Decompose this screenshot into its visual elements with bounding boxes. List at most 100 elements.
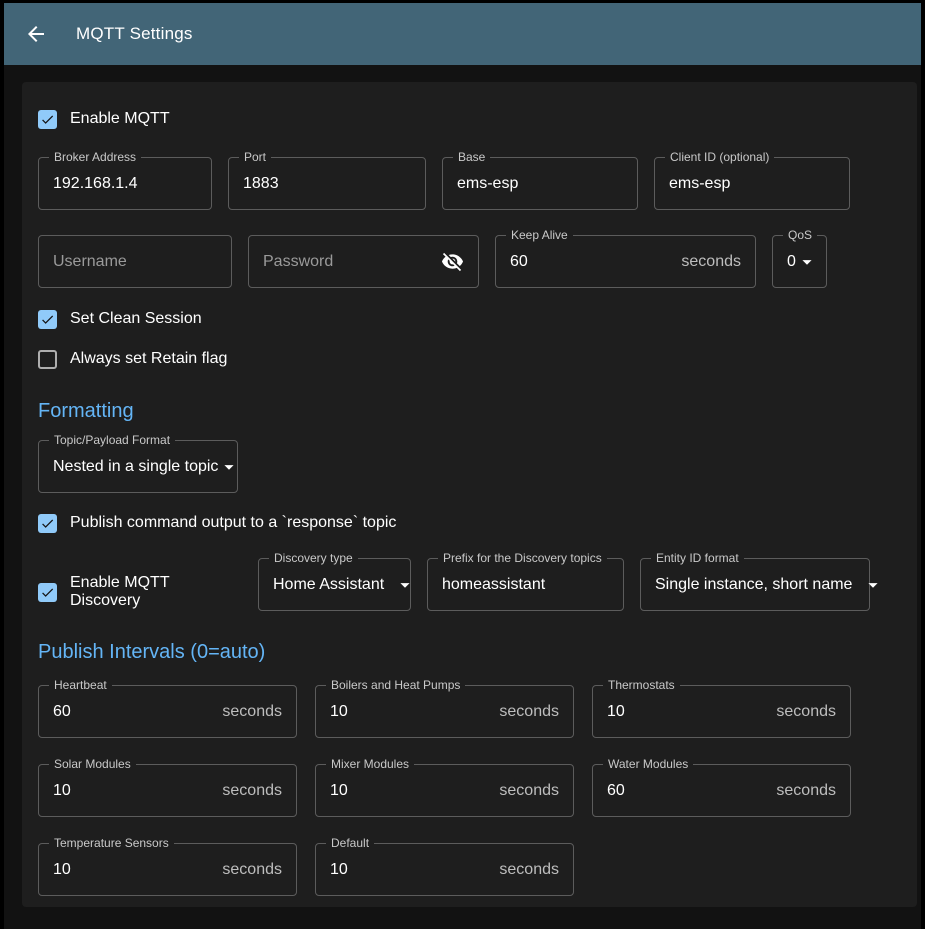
credentials-row: Keep Alive seconds QoS 0 [38,235,901,288]
interval-unit: seconds [768,782,836,800]
interval-label: Water Modules [603,757,693,772]
username-input[interactable] [53,253,217,271]
broker-address-input[interactable] [53,175,197,193]
arrow-dropdown-icon [218,456,240,478]
checkbox-publish-response-topic[interactable]: Publish command output to a `response` t… [38,511,901,535]
checkbox-label: Enable MQTT Discovery [70,574,242,610]
arrow-dropdown-icon [796,251,818,273]
interval-label: Solar Modules [49,757,136,772]
arrow-left-icon [24,22,48,46]
checkbox-always-set-retain-flag[interactable]: Always set Retain flag [38,347,901,371]
qos-select[interactable]: QoS 0 [772,235,827,288]
discovery-prefix-label: Prefix for the Discovery topics [438,551,607,566]
discovery-type-value: Home Assistant [273,576,384,594]
base-input[interactable] [457,175,623,193]
checkbox-unchecked-icon[interactable] [38,350,57,369]
interval-unit: seconds [491,861,559,879]
discovery-prefix-input[interactable] [442,576,609,594]
client-id-field[interactable]: Client ID (optional) [654,157,850,210]
port-field[interactable]: Port [228,157,426,210]
discovery-type-label: Discovery type [269,551,358,566]
discovery-type-select[interactable]: Discovery type Home Assistant [258,558,411,611]
password-field[interactable] [248,235,479,288]
checkbox-label: Always set Retain flag [70,350,227,368]
entity-id-format-label: Entity ID format [651,551,744,566]
checkbox-checked-icon[interactable] [38,514,57,533]
thermostats-interval-input[interactable] [607,703,768,721]
interval-unit: seconds [214,861,282,879]
boilers-interval-field[interactable]: Boilers and Heat Pumps seconds [315,685,574,738]
toggle-password-visibility-button[interactable] [441,250,464,273]
water-modules-interval-input[interactable] [607,782,768,800]
default-interval-field[interactable]: Default seconds [315,843,574,896]
interval-unit: seconds [491,782,559,800]
base-label: Base [453,150,490,165]
keep-alive-unit: seconds [673,253,741,271]
port-input[interactable] [243,175,411,193]
client-id-input[interactable] [669,175,835,193]
keep-alive-input[interactable] [510,253,673,271]
checkbox-checked-icon[interactable] [38,310,57,329]
checkbox-checked-icon[interactable] [38,583,57,602]
back-button[interactable] [24,22,48,46]
entity-id-format-select[interactable]: Entity ID format Single instance, short … [640,558,870,611]
keep-alive-label: Keep Alive [506,228,573,243]
arrow-dropdown-icon [862,574,884,596]
formatting-heading: Formatting [38,399,901,423]
entity-id-format-value: Single instance, short name [655,576,852,594]
checkbox-enable-mqtt-discovery[interactable]: Enable MQTT Discovery [38,574,242,610]
keep-alive-field[interactable]: Keep Alive seconds [495,235,756,288]
qos-value: 0 [787,253,796,271]
broker-settings-row: Broker Address Port Base Client ID (opti… [38,157,901,210]
checkbox-checked-icon[interactable] [38,110,57,129]
thermostats-interval-field[interactable]: Thermostats seconds [592,685,851,738]
checkbox-set-clean-session[interactable]: Set Clean Session [38,307,901,331]
temperature-sensors-interval-input[interactable] [53,861,214,879]
discovery-row: Enable MQTT Discovery Discovery type Hom… [38,558,901,611]
client-id-label: Client ID (optional) [665,150,774,165]
default-interval-input[interactable] [330,861,491,879]
mixer-modules-interval-field[interactable]: Mixer Modules seconds [315,764,574,817]
checkbox-enable-mqtt[interactable]: Enable MQTT [38,108,901,130]
interval-label: Heartbeat [49,678,112,693]
solar-modules-interval-input[interactable] [53,782,214,800]
mixer-modules-interval-input[interactable] [330,782,491,800]
topic-payload-format-label: Topic/Payload Format [49,433,175,448]
page-title: MQTT Settings [76,24,193,44]
password-input[interactable] [263,253,441,271]
interval-unit: seconds [491,703,559,721]
visibility-off-icon [441,250,464,273]
port-label: Port [239,150,271,165]
username-field[interactable] [38,235,232,288]
heartbeat-interval-field[interactable]: Heartbeat seconds [38,685,297,738]
interval-unit: seconds [768,703,836,721]
window-frame: MQTT Settings Enable MQTT Broker Address… [4,3,921,929]
interval-unit: seconds [214,782,282,800]
interval-label: Temperature Sensors [49,836,174,851]
interval-unit: seconds [214,703,282,721]
solar-modules-interval-field[interactable]: Solar Modules seconds [38,764,297,817]
discovery-prefix-field[interactable]: Prefix for the Discovery topics [427,558,624,611]
heartbeat-interval-input[interactable] [53,703,214,721]
interval-label: Boilers and Heat Pumps [326,678,465,693]
interval-label: Mixer Modules [326,757,414,772]
broker-address-label: Broker Address [49,150,141,165]
qos-label: QoS [783,228,817,243]
app-bar: MQTT Settings [4,3,921,65]
broker-address-field[interactable]: Broker Address [38,157,212,210]
water-modules-interval-field[interactable]: Water Modules seconds [592,764,851,817]
interval-label: Default [326,836,374,851]
arrow-dropdown-icon [394,574,416,596]
topic-payload-format-value: Nested in a single topic [53,458,218,476]
checkbox-label: Set Clean Session [70,310,202,328]
interval-label: Thermostats [603,678,680,693]
settings-card: Enable MQTT Broker Address Port Base Cli… [22,82,917,907]
base-field[interactable]: Base [442,157,638,210]
publish-intervals-heading: Publish Intervals (0=auto) [38,640,901,664]
publish-intervals-grid: Heartbeat seconds Boilers and Heat Pumps… [38,685,901,896]
boilers-interval-input[interactable] [330,703,491,721]
topic-payload-format-select[interactable]: Topic/Payload Format Nested in a single … [38,440,238,493]
temperature-sensors-interval-field[interactable]: Temperature Sensors seconds [38,843,297,896]
checkbox-label: Enable MQTT [70,110,170,128]
checkbox-label: Publish command output to a `response` t… [70,514,396,532]
